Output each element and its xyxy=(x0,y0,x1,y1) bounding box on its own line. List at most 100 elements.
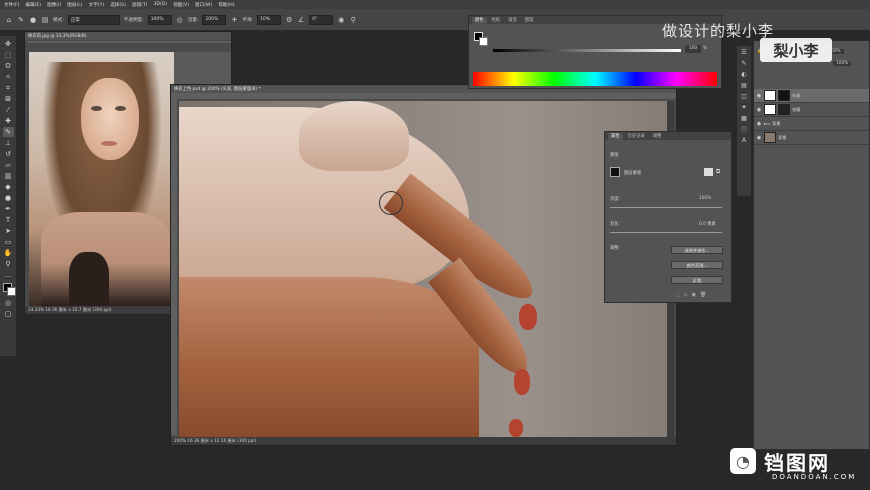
delete-mask-icon[interactable]: 🗑 xyxy=(700,292,706,298)
menu-file[interactable]: 文件(F) xyxy=(4,2,19,8)
brightness-slider[interactable] xyxy=(493,49,681,52)
menu-window[interactable]: 窗口(W) xyxy=(195,2,212,8)
layer-row-clothes[interactable]: ◉ 衣服 xyxy=(754,103,869,117)
pixel-mask-icon[interactable] xyxy=(704,168,713,176)
layer-row-background[interactable]: ◉ 背景 xyxy=(754,131,869,145)
document-window-2[interactable]: 换衣上色.psd @ 200% (头发, 图层蒙版/8) * 200% 16.3… xyxy=(170,84,677,446)
invert-button[interactable]: 反相 xyxy=(671,276,723,284)
stamp-tool-icon[interactable]: ⊥ xyxy=(3,138,14,148)
history-brush-icon[interactable]: ↺ xyxy=(3,149,14,159)
load-selection-icon[interactable]: ⬚ xyxy=(675,292,680,298)
density-slider[interactable] xyxy=(610,207,722,208)
pen-tool-icon[interactable]: ✒ xyxy=(3,204,14,214)
toggle-mask-icon[interactable]: ◉ xyxy=(692,292,696,298)
pressure-size-icon[interactable]: ◉ xyxy=(337,16,345,24)
pressure-opacity-icon[interactable]: ◎ xyxy=(176,16,184,24)
angle-field[interactable]: 0° xyxy=(309,14,334,25)
menu-help[interactable]: 帮助(H) xyxy=(218,2,234,8)
more-tools-icon[interactable]: … xyxy=(3,270,14,280)
quick-mask-icon[interactable]: ◎ xyxy=(3,298,14,308)
visibility-eye-icon[interactable]: ◉ xyxy=(756,121,762,127)
channels-panel-icon[interactable]: ◫ xyxy=(740,92,749,101)
menu-type[interactable]: 文字(Y) xyxy=(89,2,105,8)
visibility-eye-icon[interactable]: ◉ xyxy=(756,107,762,113)
smooth-field[interactable]: 10% xyxy=(257,14,282,25)
healing-tool-icon[interactable]: ✚ xyxy=(3,116,14,126)
zoom-tool-icon[interactable]: ⚲ xyxy=(3,259,14,269)
menu-3d[interactable]: 3D(D) xyxy=(153,2,167,7)
vector-mask-icon[interactable]: ⧉ xyxy=(716,168,725,176)
history-panel-icon[interactable]: ☰ xyxy=(740,48,749,57)
color-swatches[interactable] xyxy=(2,281,16,297)
menu-select[interactable]: 选择(S) xyxy=(110,2,126,8)
quick-select-tool-icon[interactable]: ✧ xyxy=(3,72,14,82)
brush-tool-icon[interactable]: ✎ xyxy=(2,127,14,137)
brush-settings-icon[interactable]: ▤ xyxy=(41,16,49,24)
blur-tool-icon[interactable]: ◆ xyxy=(3,182,14,192)
visibility-eye-icon[interactable]: ◉ xyxy=(756,93,762,99)
layer-name[interactable]: 背景 xyxy=(778,135,786,141)
paths-panel-icon[interactable]: ✦ xyxy=(740,103,749,112)
density-value[interactable]: 100% xyxy=(699,196,711,201)
mode-select[interactable]: 正常 xyxy=(67,14,120,25)
layer-name[interactable]: 衣服 xyxy=(792,107,800,113)
type-tool-icon[interactable]: T xyxy=(3,215,14,225)
select-and-mask-button[interactable]: 选择并遮住... xyxy=(671,246,723,254)
home-icon[interactable]: ⌂ xyxy=(5,16,13,24)
libraries-panel-icon[interactable]: ▦ xyxy=(740,114,749,123)
portrait-photo xyxy=(29,52,174,306)
path-select-tool-icon[interactable]: ➤ xyxy=(3,226,14,236)
menu-filter[interactable]: 滤镜(T) xyxy=(132,2,148,8)
menu-image[interactable]: 图像(I) xyxy=(47,2,61,8)
layer-row-hair[interactable]: ◉ 头发 xyxy=(754,89,869,103)
tab-history[interactable]: 历史记录 xyxy=(625,133,648,140)
tab-properties[interactable]: 属性 xyxy=(608,133,623,140)
lasso-tool-icon[interactable]: ʘ xyxy=(3,61,14,71)
layer-fill-field[interactable]: 100% xyxy=(833,61,852,66)
document-tab-1[interactable]: 换衣前.jpg @ 33.3%(RGB/8) xyxy=(25,32,231,40)
dodge-tool-icon[interactable]: ● xyxy=(3,193,14,203)
character-panel-icon[interactable]: A xyxy=(740,136,749,145)
feather-value[interactable]: 0.0 像素 xyxy=(699,221,716,227)
color-value-field[interactable]: 100 xyxy=(685,45,701,53)
layer-row-background-group[interactable]: ◉ ▸▭ 背景 xyxy=(754,117,869,131)
brush-preset-icon[interactable]: ● xyxy=(29,16,37,24)
layers-panel-icon[interactable]: ▤ xyxy=(740,81,749,90)
shape-tool-icon[interactable]: ▭ xyxy=(3,237,14,247)
menu-edit[interactable]: 编辑(E) xyxy=(25,2,41,8)
frame-tool-icon[interactable]: ⊠ xyxy=(3,94,14,104)
eyedropper-tool-icon[interactable]: ⁄ xyxy=(3,105,14,115)
layer-name[interactable]: 头发 xyxy=(792,93,800,99)
brush-tool-icon[interactable]: ✎ xyxy=(17,16,25,24)
marquee-tool-icon[interactable]: ⬚ xyxy=(3,50,14,60)
opacity-field[interactable]: 100% xyxy=(147,14,172,25)
crop-tool-icon[interactable]: ⌗ xyxy=(3,83,14,93)
tab-patterns[interactable]: 图案 xyxy=(522,17,537,24)
tab-gradients[interactable]: 渐变 xyxy=(505,17,520,24)
adjustments-panel-icon[interactable]: ◐ xyxy=(740,70,749,79)
canvas-area[interactable] xyxy=(179,101,667,437)
layer-name[interactable]: 背景 xyxy=(772,121,780,127)
brush-panel-icon[interactable]: ✎ xyxy=(740,59,749,68)
eraser-tool-icon[interactable]: ▱ xyxy=(3,160,14,170)
fg-bg-swatch[interactable] xyxy=(474,32,488,46)
color-range-button[interactable]: 颜色范围... xyxy=(671,261,723,269)
smooth-settings-icon[interactable]: ⚙ xyxy=(285,16,293,24)
tab-swatches[interactable]: 色板 xyxy=(489,17,504,24)
tab-adjustments[interactable]: 调整 xyxy=(650,133,665,140)
flow-field[interactable]: 100% xyxy=(202,14,227,25)
visibility-eye-icon[interactable]: ◉ xyxy=(756,135,762,141)
color-spectrum[interactable] xyxy=(473,72,717,86)
tab-color[interactable]: 颜色 xyxy=(472,17,487,24)
info-panel-icon[interactable]: ⓘ xyxy=(740,125,749,134)
menu-layer[interactable]: 图层(L) xyxy=(67,2,82,8)
apply-mask-icon[interactable]: ◇ xyxy=(684,292,688,298)
feather-slider[interactable] xyxy=(610,232,722,233)
symmetry-icon[interactable]: ⚲ xyxy=(349,16,357,24)
gradient-tool-icon[interactable]: ▥ xyxy=(3,171,14,181)
airbrush-icon[interactable]: ✈ xyxy=(230,16,238,24)
menu-view[interactable]: 视图(V) xyxy=(173,2,189,8)
screen-mode-icon[interactable]: ▢ xyxy=(3,309,14,319)
move-tool-icon[interactable]: ✥ xyxy=(3,39,14,49)
hand-tool-icon[interactable]: ✋ xyxy=(3,248,14,258)
